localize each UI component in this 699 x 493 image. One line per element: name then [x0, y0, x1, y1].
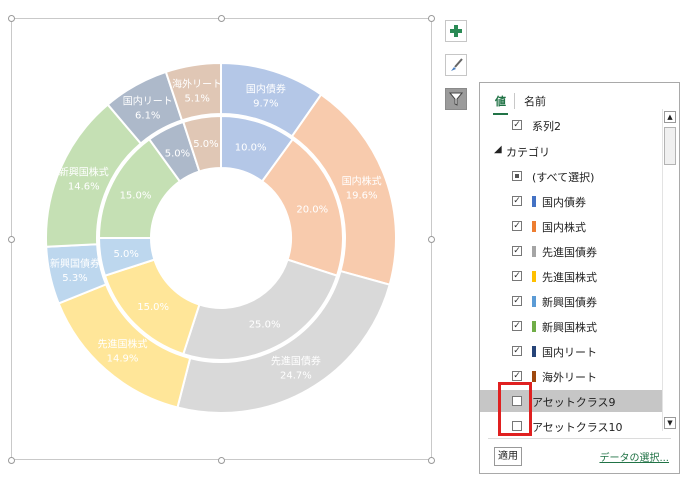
- filter-row[interactable]: ✓ 先進国債券: [480, 240, 662, 262]
- filter-row-label: アセットクラス9: [532, 396, 616, 409]
- filter-icon: [449, 92, 463, 106]
- filter-row[interactable]: ✓ 国内株式: [480, 215, 662, 237]
- inner-ring-data-label: 5.0%: [193, 139, 218, 150]
- filter-row-label: 海外リート: [542, 371, 597, 384]
- filter-checkbox[interactable]: ✓: [512, 321, 522, 331]
- filter-checkbox[interactable]: ✓: [512, 246, 522, 256]
- filter-row-label: アセットクラス10: [532, 421, 623, 434]
- filter-row-label: 国内株式: [542, 221, 586, 234]
- series-color-swatch: [532, 371, 536, 382]
- filter-checkbox[interactable]: ✓: [512, 346, 522, 356]
- filter-row-label: 国内債券: [542, 196, 586, 209]
- highlight-annotation-box: [498, 382, 532, 436]
- series-color-swatch: [532, 221, 536, 232]
- filter-checkbox[interactable]: ✓: [512, 371, 522, 381]
- scroll-down-icon[interactable]: ▼: [664, 417, 676, 429]
- filter-row-label: 国内リート: [542, 346, 597, 359]
- series-color-swatch: [532, 246, 536, 257]
- filter-row[interactable]: ✓ 新興国債券: [480, 290, 662, 312]
- inner-ring-data-label: 15.0%: [137, 302, 169, 313]
- series-color-swatch: [532, 296, 536, 307]
- plus-icon: [450, 25, 462, 37]
- filter-row[interactable]: ✓ 国内債券: [480, 190, 662, 212]
- series-label: 系列2: [532, 120, 561, 133]
- brush-icon: [451, 58, 463, 71]
- inner-ring-data-label: 5.0%: [113, 249, 138, 260]
- apply-button[interactable]: 適用: [494, 447, 522, 466]
- series-color-swatch: [532, 271, 536, 282]
- series-color-swatch: [532, 196, 536, 207]
- filter-checkbox[interactable]: ✓: [512, 221, 522, 231]
- collapse-triangle-icon[interactable]: ◢: [494, 144, 502, 155]
- filter-checkbox[interactable]: ✓: [512, 296, 522, 306]
- filter-row[interactable]: (すべて選択): [480, 165, 662, 187]
- scroll-up-icon[interactable]: ▲: [664, 111, 676, 123]
- filter-row-label: 先進国債券: [542, 246, 597, 259]
- filter-row-label: (すべて選択): [532, 171, 595, 184]
- series-row[interactable]: ✓ 系列2: [480, 114, 662, 136]
- filter-checkbox[interactable]: ✓: [512, 196, 522, 206]
- filter-row-label: 先進国株式: [542, 271, 597, 284]
- inner-ring-data-label: 15.0%: [120, 190, 152, 201]
- series-color-swatch: [532, 346, 536, 357]
- filter-row[interactable]: ✓ 先進国株式: [480, 265, 662, 287]
- category-header-label: カテゴリ: [506, 146, 550, 159]
- select-data-link[interactable]: データの選択...: [599, 449, 669, 464]
- filter-checkbox[interactable]: [512, 171, 522, 181]
- filter-row[interactable]: ✓ 新興国株式: [480, 315, 662, 337]
- series-checkbox[interactable]: ✓: [512, 120, 522, 130]
- panel-divider: [488, 438, 671, 439]
- filter-row[interactable]: ✓ 国内リート: [480, 340, 662, 362]
- filter-list: ✓ 系列2 ◢ カテゴリ (すべて選択) ✓ 国内債券 ✓ 国内株式 ✓ 先進国債券 ✓ 先進国…: [480, 109, 662, 434]
- filter-scrollbar[interactable]: ▲ ▼: [662, 109, 677, 431]
- inner-ring-data-label: 25.0%: [249, 320, 281, 331]
- inner-ring-data-label: 5.0%: [165, 148, 190, 159]
- inner-ring-data-label: 20.0%: [296, 204, 328, 215]
- tab-names[interactable]: 名前: [519, 93, 554, 109]
- chart-elements-button[interactable]: [445, 20, 467, 42]
- chart-styles-button[interactable]: [445, 54, 467, 76]
- series-color-swatch: [532, 321, 536, 332]
- chart-filters-button[interactable]: [445, 88, 467, 110]
- category-group-header[interactable]: ◢ カテゴリ: [480, 140, 662, 162]
- filter-row-label: 新興国株式: [542, 321, 597, 334]
- filter-checkbox[interactable]: ✓: [512, 271, 522, 281]
- scroll-thumb[interactable]: [664, 127, 676, 165]
- tab-separator: [514, 93, 515, 109]
- tab-values[interactable]: 値: [490, 93, 514, 115]
- doughnut-chart[interactable]: 国内債券 9.7%国内株式 19.6%先進国債券 24.7%先進国株式 14.9%新興国…: [0, 0, 440, 470]
- filter-row-label: 新興国債券: [542, 296, 597, 309]
- inner-ring-data-label: 10.0%: [235, 143, 267, 154]
